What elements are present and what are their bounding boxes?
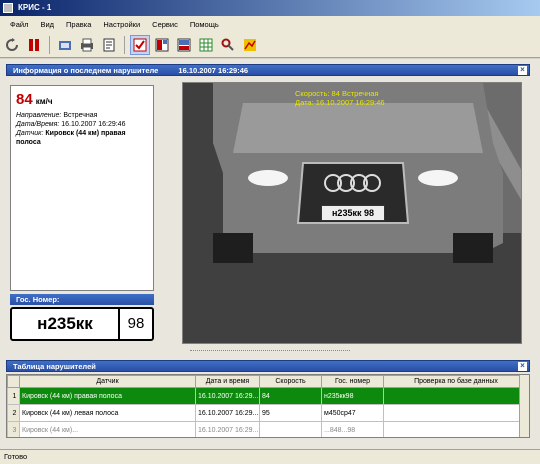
row-index: 3 bbox=[7, 421, 20, 437]
cell-db-check bbox=[383, 421, 529, 437]
menu-settings[interactable]: Настройки bbox=[97, 20, 146, 29]
cell-speed bbox=[259, 421, 322, 437]
direction-value: Встречная bbox=[63, 112, 98, 119]
cell-plate: ...848...98 bbox=[321, 421, 384, 437]
status-text: Готово bbox=[4, 452, 28, 461]
speed-value: 84 bbox=[16, 91, 33, 108]
speed-unit: км/ч bbox=[35, 97, 53, 106]
violation-info-box: 84 км/ч Направление: Встречная Дата/Врем… bbox=[10, 85, 154, 291]
datetime-value: 16.10.2007 16:29:46 bbox=[61, 121, 126, 128]
photo-caption-date: Дата: 16.10.2007 16:29:46 bbox=[295, 98, 385, 107]
grid-icon[interactable] bbox=[196, 35, 216, 55]
cell-speed: 84 bbox=[259, 387, 322, 405]
violation-photo: Скорость: 84 Встречная Дата: 16.10.2007 … bbox=[182, 82, 522, 344]
cell-sensor: Кировск (44 км) правая полоса bbox=[19, 387, 196, 405]
violations-table: Датчик Дата и время Скорость Гос. номер … bbox=[6, 374, 530, 438]
cell-sensor: Кировск (44 км)... bbox=[19, 421, 196, 437]
layout-alt-icon[interactable] bbox=[174, 35, 194, 55]
map-icon[interactable] bbox=[240, 35, 260, 55]
car-plate: н235кк 98 bbox=[321, 205, 385, 221]
photo-caption-speed: Скорость: 84 Встречная bbox=[295, 89, 379, 98]
status-bar: Готово bbox=[0, 449, 540, 464]
report-icon[interactable] bbox=[99, 35, 119, 55]
column-header-speed[interactable]: Скорость bbox=[259, 375, 322, 388]
title-bar: КРИС - 1 bbox=[0, 0, 540, 16]
splitter[interactable] bbox=[190, 350, 350, 353]
table-row[interactable]: 1 Кировск (44 км) правая полоса 16.10.20… bbox=[7, 387, 529, 405]
menu-service[interactable]: Сервис bbox=[146, 20, 184, 29]
close-icon[interactable]: × bbox=[518, 362, 527, 371]
column-header-plate[interactable]: Гос. номер bbox=[321, 375, 384, 388]
cell-plate: м450ср47 bbox=[321, 404, 384, 422]
cell-datetime: 16.10.2007 16:29... bbox=[195, 387, 260, 405]
table-row[interactable]: 3 Кировск (44 км)... 16.10.2007 16:29...… bbox=[7, 421, 529, 437]
direction-label: Направление: bbox=[16, 112, 62, 119]
cell-datetime: 16.10.2007 16:29... bbox=[195, 421, 260, 437]
layout-icon[interactable] bbox=[152, 35, 172, 55]
column-header-db-check[interactable]: Проверка по базе данных bbox=[383, 375, 529, 388]
menu-bar: Файл Вид Правка Настройки Сервис Помощь bbox=[0, 16, 540, 32]
plate-label: Гос. Номер: bbox=[10, 294, 154, 305]
vertical-scrollbar[interactable] bbox=[519, 375, 529, 437]
settings-check-icon[interactable] bbox=[130, 34, 150, 55]
window-title: КРИС - 1 bbox=[18, 3, 52, 12]
cell-speed: 95 bbox=[259, 404, 322, 422]
toolbar bbox=[0, 32, 540, 58]
sensor-label: Датчик: bbox=[16, 130, 44, 137]
plate-region: 98 bbox=[127, 315, 145, 332]
row-index: 1 bbox=[7, 387, 20, 405]
table-corner bbox=[7, 375, 20, 388]
photo-caption: Скорость: 84 Встречная Дата: 16.10.2007 … bbox=[295, 89, 385, 107]
table-panel-title: Таблица нарушителей bbox=[13, 362, 96, 371]
printer-icon[interactable] bbox=[77, 35, 97, 55]
cell-db-check bbox=[383, 387, 529, 405]
key-icon[interactable] bbox=[218, 35, 238, 55]
app-icon bbox=[3, 3, 13, 13]
cell-datetime: 16.10.2007 16:29... bbox=[195, 404, 260, 422]
violation-panel-timestamp: 16.10.2007 16:29:46 bbox=[178, 66, 249, 75]
violation-panel-title: Информация о последнем нарушителе bbox=[13, 66, 159, 75]
camera-icon[interactable] bbox=[55, 35, 75, 55]
datetime-label: Дата/Время: bbox=[16, 121, 60, 128]
menu-edit[interactable]: Правка bbox=[60, 20, 97, 29]
column-header-sensor[interactable]: Датчик bbox=[19, 375, 196, 388]
menu-file[interactable]: Файл bbox=[4, 20, 34, 29]
table-panel-header: Таблица нарушителей × bbox=[6, 360, 530, 372]
cell-db-check bbox=[383, 404, 529, 422]
cell-plate: н235кк98 bbox=[321, 387, 384, 405]
menu-view[interactable]: Вид bbox=[34, 20, 60, 29]
row-index: 2 bbox=[7, 404, 20, 422]
plate-number: н235кк bbox=[12, 309, 120, 339]
refresh-icon[interactable] bbox=[2, 35, 22, 55]
cell-sensor: Кировск (44 км) левая полоса bbox=[19, 404, 196, 422]
toolbar-separator bbox=[124, 35, 125, 54]
close-icon[interactable]: × bbox=[518, 66, 527, 75]
column-header-datetime[interactable]: Дата и время bbox=[195, 375, 260, 388]
table-row[interactable]: 2 Кировск (44 км) левая полоса 16.10.200… bbox=[7, 404, 529, 422]
violation-panel-header: Информация о последнем нарушителе 16.10.… bbox=[6, 64, 530, 76]
stop-icon[interactable] bbox=[24, 35, 44, 55]
toolbar-separator bbox=[49, 35, 50, 54]
license-plate: н235кк 98 bbox=[10, 307, 154, 341]
menu-help[interactable]: Помощь bbox=[184, 20, 225, 29]
